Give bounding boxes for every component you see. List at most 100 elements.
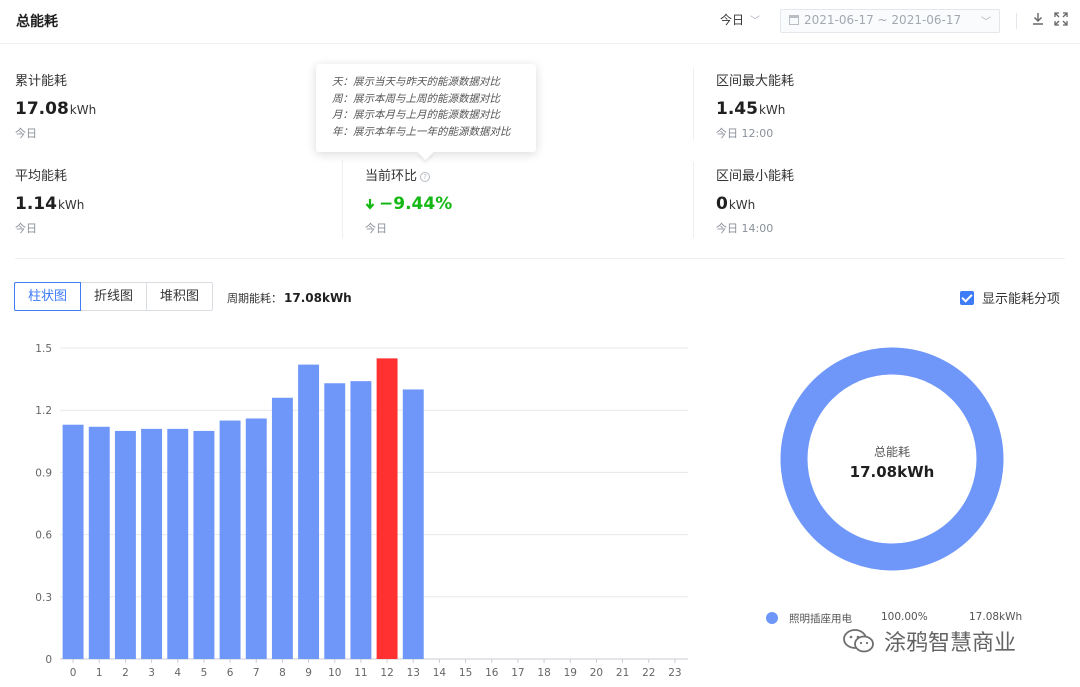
x-tick-label: 20 — [590, 667, 603, 679]
stat-change: 当前环比? −9.44% 今日 — [365, 165, 452, 236]
bar — [219, 420, 241, 659]
fullscreen-icon[interactable] — [1053, 11, 1069, 27]
hourly-bar-chart: 00.30.60.91.21.50 1 2 3 4 5 6 7 8 9 10 11 12 13 14 15 16… — [35, 343, 688, 679]
stat-label: 区间最大能耗 — [716, 74, 795, 89]
show-items-checkbox[interactable] — [960, 291, 974, 305]
bar — [62, 424, 84, 659]
y-tick-label: 0.3 — [35, 592, 52, 604]
stat-cumulative: 累计能耗 17.08kWh 今日 — [15, 70, 96, 141]
tooltip-line: 周：展示本周与上周的能源数据对比 — [332, 92, 500, 105]
stat-number: 1.45 — [716, 99, 758, 119]
download-icon[interactable] — [1030, 11, 1046, 27]
tooltip-line: 年：展示本年与上一年的能源数据对比 — [332, 125, 511, 138]
bar — [298, 364, 320, 659]
x-tick-label: 0 — [70, 667, 77, 679]
bar — [141, 428, 163, 659]
y-tick-label: 1.2 — [35, 405, 52, 417]
stat-number: 1.14 — [15, 194, 57, 214]
legend-percent: 100.00% — [881, 611, 928, 623]
help-icon[interactable]: ? — [420, 172, 431, 182]
legend-dot — [766, 612, 778, 624]
stat-unit: kWh — [57, 198, 85, 212]
chevron-down-icon: ﹀ — [981, 17, 991, 28]
x-tick-label: 2 — [122, 667, 129, 679]
x-tick-label: 9 — [305, 667, 312, 679]
bar — [167, 428, 189, 659]
chart-type-tabs: 柱状图 折线图 堆积图 — [14, 282, 214, 311]
stat-sub: 今日 14:00 — [716, 222, 774, 235]
x-tick-label: 1 — [96, 667, 103, 679]
x-tick-label: 5 — [201, 667, 208, 679]
bar — [271, 397, 293, 659]
stat-sub: 今日 12:00 — [716, 127, 774, 140]
bar — [245, 418, 267, 659]
stat-average: 平均能耗 1.14kWh 今日 — [15, 165, 84, 236]
x-tick-label: 3 — [148, 667, 155, 679]
y-tick-label: 0.6 — [35, 530, 52, 542]
tooltip-line: 月：展示本月与上月的能源数据对比 — [332, 109, 500, 121]
y-tick-label: 0 — [45, 654, 52, 666]
bar — [88, 426, 110, 659]
x-tick-label: 16 — [485, 667, 499, 679]
date-range-picker[interactable]: 2021-06-17 ~ 2021-06-17 ﹀ — [780, 9, 1000, 33]
chevron-down-icon: ﹀ — [750, 16, 761, 27]
x-tick-label: 17 — [511, 667, 524, 679]
show-items-toggle[interactable]: 显示能耗分项 — [960, 288, 1060, 307]
stat-label: 累计能耗 — [15, 74, 68, 89]
x-tick-label: 8 — [279, 667, 286, 679]
x-tick-label: 21 — [616, 667, 629, 679]
tab-bar-chart[interactable]: 柱状图 — [14, 282, 82, 311]
x-tick-label: 11 — [354, 667, 367, 679]
x-tick-label: 6 — [227, 667, 234, 679]
change-tooltip: 天：展示当天与昨天的能源数据对比 周：展示本周与上周的能源数据对比 月：展示本月… — [316, 64, 536, 152]
stat-value: −9.44% — [365, 194, 452, 214]
stat-label: 区间最小能耗 — [716, 169, 795, 184]
legend-value: 17.08kWh — [969, 611, 1023, 623]
bar — [376, 358, 398, 659]
donut-center-value: 17.08kWh — [849, 463, 935, 481]
y-tick-label: 1.5 — [35, 343, 52, 355]
arrow-down-icon — [365, 199, 375, 210]
calendar-icon — [789, 15, 799, 25]
donut-chart: 总能耗 17.08kWh — [780, 347, 1004, 571]
stat-value: 17.08kWh — [15, 99, 96, 119]
stat-unit: kWh — [69, 103, 97, 117]
x-tick-label: 10 — [328, 667, 341, 679]
x-tick-label: 15 — [459, 667, 472, 679]
stat-number: 0 — [716, 194, 728, 214]
bar — [350, 381, 372, 659]
bar — [324, 383, 346, 659]
bar — [193, 430, 215, 659]
stat-unit: kWh — [728, 198, 756, 212]
show-items-label: 显示能耗分项 — [982, 292, 1061, 307]
stat-divider — [342, 160, 343, 238]
period-select-value: 今日 — [720, 13, 745, 27]
wechat-icon — [843, 629, 874, 653]
stat-label: 当前环比? — [365, 165, 452, 184]
watermark-text: 涂鸦智慧商业 — [884, 631, 1017, 656]
stat-min: 区间最小能耗 0kWh 今日 14:00 — [716, 165, 794, 236]
legend-name: 照明插座用电 — [789, 613, 852, 625]
tab-stacked-chart[interactable]: 堆积图 — [146, 282, 214, 311]
donut-center-label: 总能耗 — [873, 445, 910, 459]
tab-line-chart[interactable]: 折线图 — [80, 282, 148, 311]
period-select[interactable]: 今日 ﹀ — [720, 11, 760, 28]
date-range-value: 2021-06-17 ~ 2021-06-17 — [804, 13, 962, 27]
stat-label: 平均能耗 — [15, 169, 68, 184]
x-tick-label: 7 — [253, 667, 260, 679]
stat-divider — [693, 68, 694, 140]
stat-value: 1.14kWh — [15, 194, 84, 214]
x-tick-label: 22 — [642, 667, 655, 679]
tooltip-line: 天：展示当天与昨天的能源数据对比 — [332, 76, 500, 88]
x-tick-label: 23 — [668, 667, 681, 679]
page-title: 总能耗 — [16, 14, 58, 30]
period-total-label: 周期能耗： — [227, 292, 282, 305]
stat-value: 0kWh — [716, 194, 794, 214]
stat-unit: kWh — [758, 103, 786, 117]
stat-sub: 今日 — [15, 127, 37, 140]
stat-divider — [693, 162, 694, 238]
y-tick-label: 0.9 — [35, 467, 52, 479]
bar — [114, 430, 136, 659]
watermark: 涂鸦智慧商业 — [842, 626, 1016, 656]
page-header: 总能耗 今日 ﹀ 2021-06-17 ~ 2021-06-17 ﹀ — [0, 0, 1080, 44]
